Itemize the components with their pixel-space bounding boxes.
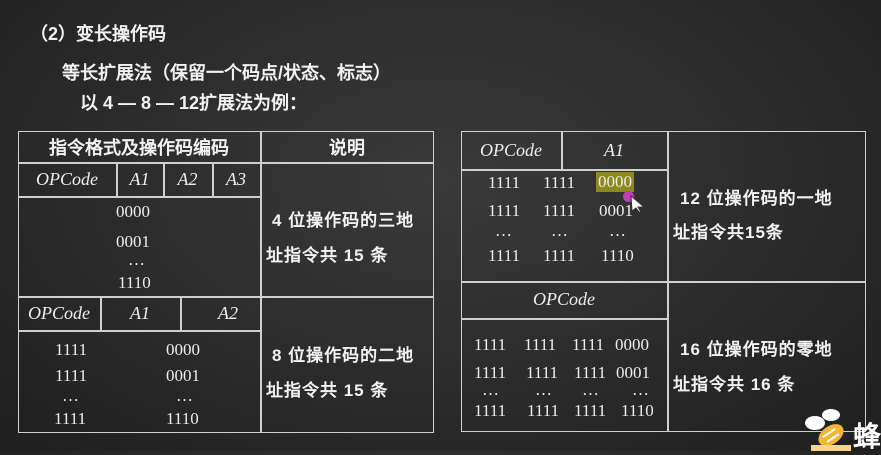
code-ellipsis: … xyxy=(128,250,145,269)
desc-line: 12 位操作码的一地 xyxy=(680,189,833,208)
code: 1111 xyxy=(474,335,507,354)
code: 1110 xyxy=(621,401,654,420)
code-ellipsis: … xyxy=(582,380,599,399)
code: 1111 xyxy=(543,201,576,220)
bee-icon xyxy=(805,409,851,451)
desc-line: 16 位操作码的零地 xyxy=(680,340,833,359)
code-ellipsis: … xyxy=(535,380,552,399)
field-opcode: OPCode xyxy=(533,289,595,309)
code: 0000 xyxy=(166,340,200,359)
brand-logo: 蜂 xyxy=(801,401,881,452)
code: 1111 xyxy=(55,366,88,385)
code: 1111 xyxy=(55,340,88,359)
field-opcode: OPCode xyxy=(28,302,90,323)
desc-line: 址指令共 16 条 xyxy=(673,375,796,394)
code: 1111 xyxy=(543,246,576,265)
desc-line: 址指令共15条 xyxy=(673,223,784,242)
field-opcode: OPCode xyxy=(480,139,542,160)
code-ellipsis: … xyxy=(609,221,626,240)
header-desc: 说明 xyxy=(329,137,365,158)
code: 1111 xyxy=(527,401,560,420)
code: 0000 xyxy=(615,335,649,354)
field-a2: A2 xyxy=(218,302,238,323)
code-ellipsis: … xyxy=(551,221,568,240)
field-a1: A1 xyxy=(129,168,150,189)
highlighted-code: 0000 xyxy=(596,172,634,192)
code: 1110 xyxy=(118,273,151,292)
desc-line: 址指令共 15 条 xyxy=(266,246,389,265)
code: 1111 xyxy=(488,246,521,265)
code-ellipsis: … xyxy=(62,386,79,405)
field-a1: A1 xyxy=(130,302,150,323)
code-ellipsis: … xyxy=(495,221,512,240)
pointer-cursor-icon xyxy=(630,195,646,213)
code-ellipsis: … xyxy=(176,386,193,405)
code: 1111 xyxy=(574,401,607,420)
code: 1111 xyxy=(572,335,605,354)
code: 1111 xyxy=(488,201,521,220)
code: 0001 xyxy=(166,366,200,385)
field-a2: A2 xyxy=(177,168,198,189)
code: 1111 xyxy=(474,401,507,420)
subtitle: 等长扩展法（保留一个码点/状态、标志） xyxy=(62,63,391,83)
desc-line: 8 位操作码的二地 xyxy=(272,346,415,365)
header-format: 指令格式及操作码编码 xyxy=(49,137,229,158)
code: 0001 xyxy=(599,201,633,220)
example-line: 以 4 — 8 — 12扩展法为例： xyxy=(80,93,308,113)
code-ellipsis: … xyxy=(632,380,649,399)
desc-line: 4 位操作码的三地 xyxy=(272,211,415,230)
code: 1110 xyxy=(166,409,199,428)
logo-text: 蜂 xyxy=(853,421,881,452)
code: 1111 xyxy=(54,409,87,428)
code: 1111 xyxy=(524,335,557,354)
code-ellipsis: … xyxy=(482,380,499,399)
code: 1111 xyxy=(488,173,521,192)
desc-line: 址指令共 15 条 xyxy=(266,381,389,400)
code: 0000 xyxy=(116,202,150,221)
section-title: （2）变长操作码 xyxy=(30,24,167,44)
field-a3: A3 xyxy=(226,168,246,189)
code: 0001 xyxy=(116,232,150,251)
code: 1111 xyxy=(543,173,576,192)
code: 1110 xyxy=(601,246,634,265)
field-a1: A1 xyxy=(604,139,624,160)
field-opcode: OPCode xyxy=(36,168,98,189)
